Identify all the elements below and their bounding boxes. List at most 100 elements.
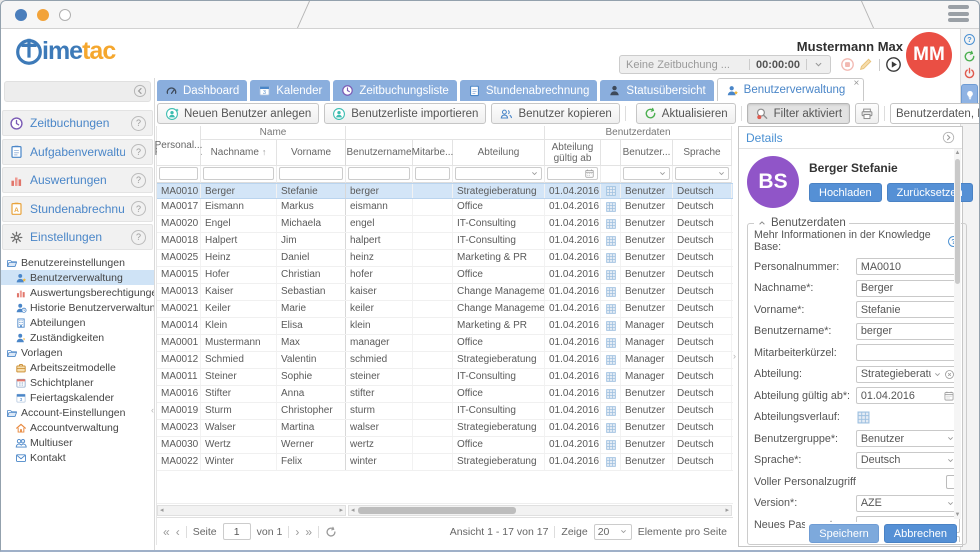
sidebar-section-aufgabenverwaltung[interactable]: Aufgabenverwaltung? [2, 139, 153, 165]
field-input[interactable]: berger [856, 323, 960, 340]
sidebar-item-schichtplaner[interactable]: Schichtplaner [1, 375, 154, 390]
sidebar-item-abteilungen[interactable]: Abteilungen [1, 315, 154, 330]
timer-widget[interactable]: Keine Zeitbuchung ... 00:00:00 [619, 55, 831, 74]
field-input[interactable]: MA0010 [856, 258, 960, 275]
chevron-down-icon[interactable] [813, 59, 824, 70]
help-icon[interactable]: ? [131, 230, 146, 245]
refresh-icon[interactable] [325, 526, 337, 538]
abteilungsverlauf-button[interactable] [601, 454, 621, 470]
sidebar-item-feiertagskalender[interactable]: 3Feiertagskalender [1, 390, 154, 405]
table-row[interactable]: MA0015HoferChristianhoferOffice01.04.201… [157, 267, 733, 284]
prev-page-button[interactable]: ‹ [176, 526, 180, 538]
help-icon[interactable]: ? [131, 144, 146, 159]
column-header-abteilung[interactable]: Abteilung [453, 140, 545, 166]
help-icon[interactable]: ? [131, 201, 146, 216]
field-input[interactable]: Stefanie [856, 301, 960, 318]
page-size-select[interactable]: 20 [594, 524, 632, 540]
sidebar-section-einstellungen[interactable]: Einstellungen? [2, 224, 153, 250]
copy-user-button[interactable]: Benutzer kopieren [491, 103, 619, 124]
filter-select-gruppe[interactable] [623, 167, 670, 180]
column-header-personalnummer[interactable]: Personal... [157, 126, 201, 166]
horizontal-scrollbar[interactable]: ◂▸ ◂▸ [157, 503, 733, 517]
window-control-icon[interactable] [37, 9, 49, 21]
abteilungsverlauf-button[interactable] [601, 386, 621, 402]
table-row[interactable]: MA0014KleinElisakleinMarketing & PR01.04… [157, 318, 733, 335]
scrollbar-thumb[interactable] [955, 159, 960, 284]
refresh-button[interactable]: Aktualisieren [636, 103, 736, 124]
sidebar-item-zuständigkeiten[interactable]: Zuständigkeiten [1, 330, 154, 345]
first-page-button[interactable]: « [163, 526, 170, 538]
filter-input-nachname[interactable] [203, 167, 274, 180]
import-user-list-button[interactable]: Benutzerliste importieren [324, 103, 486, 124]
sidebar-section-auswertungen[interactable]: Auswertungen? [2, 167, 153, 193]
table-row[interactable]: MA0017EismannMarkuseismannOffice01.04.20… [157, 199, 733, 216]
field-input[interactable]: Berger [856, 280, 960, 297]
table-row[interactable]: MA0023WalserMartinawalserStrategieberatu… [157, 420, 733, 437]
tab-zeitbuchungsliste[interactable]: Zeitbuchungsliste [333, 80, 457, 101]
filter-input-id[interactable] [159, 167, 198, 180]
column-header-vorname[interactable]: Vorname [277, 140, 346, 166]
abteilungsverlauf-button[interactable] [601, 199, 621, 215]
abteilungsverlauf-button[interactable] [601, 267, 621, 283]
abteilungsverlauf-button[interactable] [856, 410, 871, 425]
help-icon[interactable]: ? [131, 173, 146, 188]
table-row[interactable]: MA0018HalpertJimhalpertIT-Consulting01.0… [157, 233, 733, 250]
abteilungsverlauf-button[interactable] [601, 184, 621, 198]
filter-date-gueltig[interactable] [547, 167, 598, 180]
details-scrollbar[interactable]: ▲ ▼ [954, 149, 961, 519]
field-combo[interactable]: Strategieberatung [856, 366, 960, 383]
print-button[interactable] [855, 103, 879, 124]
cancel-button[interactable]: Abbrechen [884, 524, 957, 543]
column-header-gueltig[interactable]: Abteilung gültig ab [545, 140, 601, 166]
filter-input-vorname[interactable] [279, 167, 343, 180]
filter-input-kuerzel[interactable] [415, 167, 450, 180]
help-icon[interactable]: ? [963, 33, 976, 46]
sidebar-item-multiuser[interactable]: Multiuser [1, 435, 154, 450]
table-row[interactable]: MA0022WinterFelixwinterStrategieberatung… [157, 454, 733, 471]
abteilungsverlauf-button[interactable] [601, 403, 621, 419]
power-icon[interactable] [963, 67, 976, 80]
scrollbar-thumb[interactable] [358, 507, 516, 514]
table-row[interactable]: MA0010BergerStefaniebergerStrategieberat… [157, 183, 733, 199]
table-row[interactable]: MA0012SchmiedValentinschmiedStrategieber… [157, 352, 733, 369]
sidebar-item-auswertungsberechtigungen[interactable]: Auswertungsberechtigungen [1, 285, 154, 300]
user-avatar[interactable]: MM [906, 32, 952, 78]
table-row[interactable]: MA0019SturmChristophersturmIT-Consulting… [157, 403, 733, 420]
abteilungsverlauf-button[interactable] [601, 335, 621, 351]
column-header-kuerzel[interactable]: Mitarbe... [413, 140, 453, 166]
abteilungsverlauf-button[interactable] [601, 352, 621, 368]
table-row[interactable]: MA0011SteinerSophiesteinerIT-Consulting0… [157, 369, 733, 386]
sidebar-item-account-einstellungen[interactable]: Account-Einstellungen [1, 405, 154, 420]
filter-select-sprache[interactable] [675, 167, 729, 180]
column-header-benutzername[interactable]: Benutzername [346, 140, 413, 166]
field-input[interactable] [856, 344, 960, 361]
splitter-collapse-handle[interactable]: ‹ [151, 405, 154, 415]
start-timer-button[interactable] [885, 56, 902, 73]
page-input[interactable] [223, 523, 251, 540]
tab-dashboard[interactable]: Dashboard [157, 80, 247, 101]
abteilungsverlauf-button[interactable] [601, 318, 621, 334]
abteilungsverlauf-button[interactable] [601, 216, 621, 232]
table-row[interactable]: MA0021KeilerMariekeilerChange Management… [157, 301, 733, 318]
field-select[interactable]: Benutzer [856, 430, 960, 447]
field-select[interactable]: Deutsch [856, 452, 960, 469]
sidebar-section-stundenabrechnung[interactable]: AStundenabrechnung? [2, 196, 153, 222]
table-row[interactable]: MA0030WertzWernerwertzOffice01.04.2016Be… [157, 437, 733, 454]
splitter-collapse-handle[interactable]: › [733, 351, 736, 361]
tab-kalender[interactable]: 3Kalender [250, 80, 330, 101]
abteilungsverlauf-button[interactable] [601, 301, 621, 317]
upload-button[interactable]: Hochladen [809, 183, 882, 202]
new-user-button[interactable]: Neuen Benutzer anlegen [157, 103, 319, 124]
sidebar-item-historie-benutzerverwaltung[interactable]: Historie Benutzerverwaltung [1, 300, 154, 315]
tab-stundenabrechnung[interactable]: Stundenabrechnung [460, 80, 598, 101]
column-header-gruppe[interactable]: Benutzer... [621, 140, 673, 166]
sidebar-item-benutzerverwaltung[interactable]: Benutzerverwaltung [1, 270, 154, 285]
abteilungsverlauf-button[interactable] [601, 284, 621, 300]
column-header-nachname[interactable]: Nachname↑ [201, 140, 277, 166]
abteilungsverlauf-button[interactable] [601, 233, 621, 249]
table-row[interactable]: MA0016StifterAnnastifterOffice01.04.2016… [157, 386, 733, 403]
chevron-up-icon[interactable] [757, 218, 767, 228]
filter-select-abteilung[interactable] [455, 167, 542, 180]
last-page-button[interactable]: » [305, 526, 312, 538]
abteilungsverlauf-button[interactable] [601, 420, 621, 436]
